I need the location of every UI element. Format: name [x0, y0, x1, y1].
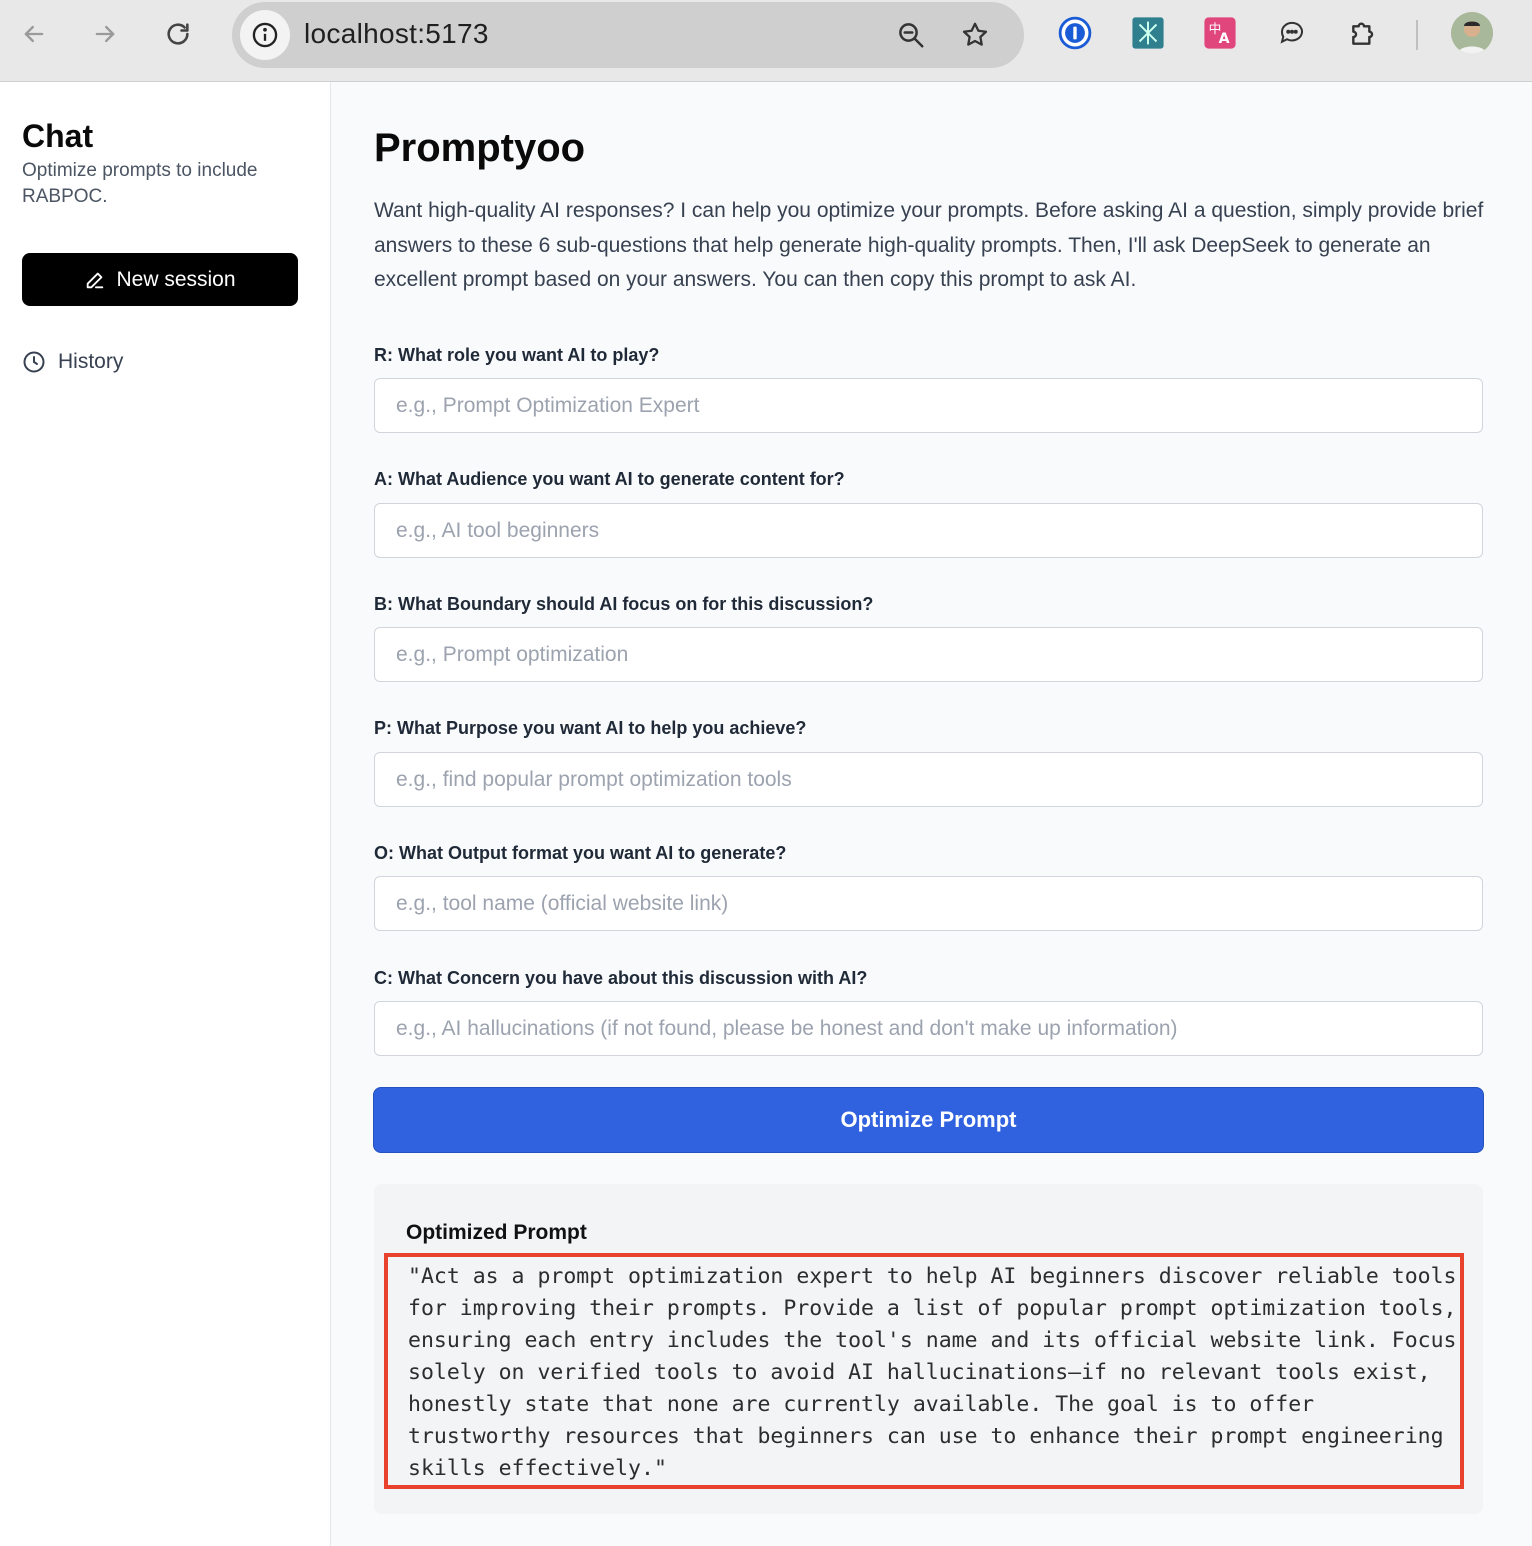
clock-icon: [23, 351, 45, 373]
role-label: R: What role you want AI to play?: [374, 345, 660, 365]
pencil-icon: [87, 272, 104, 288]
url-text: localhost:5173: [304, 18, 489, 49]
optimize-prompt-button[interactable]: Optimize Prompt: [373, 1087, 1484, 1153]
reader-extension-icon: [1132, 17, 1164, 49]
page-title: Promptyoo: [374, 126, 586, 170]
password-manager-icon: [1058, 16, 1092, 50]
sidebar-subtitle: Optimize prompts to include RABPOC.: [22, 160, 258, 207]
zoom-button[interactable]: [894, 18, 928, 52]
svg-text:A: A: [1219, 31, 1230, 47]
reload-button[interactable]: [160, 16, 196, 52]
forward-button[interactable]: [87, 16, 123, 52]
purpose-input[interactable]: [374, 752, 1483, 807]
arrow-left-icon: [24, 25, 44, 43]
password-manager-extension[interactable]: [1058, 16, 1092, 50]
history-link[interactable]: History: [22, 350, 123, 374]
site-info-button[interactable]: [240, 10, 290, 60]
role-input[interactable]: [374, 378, 1483, 433]
concern-input[interactable]: [374, 1001, 1483, 1056]
sidebar-title: Chat: [22, 118, 94, 154]
audience-label: A: What Audience you want AI to generate…: [374, 469, 845, 489]
optimized-prompt-text[interactable]: "Act as a prompt optimization expert to …: [408, 1261, 1458, 1485]
avatar-icon: [1451, 12, 1493, 54]
arrow-right-icon: [95, 25, 115, 43]
output-format-input[interactable]: [374, 876, 1483, 931]
optimized-prompt-card: Optimized Prompt "Act as a prompt optimi…: [374, 1184, 1483, 1514]
concern-label: C: What Concern you have about this disc…: [374, 968, 868, 988]
sidebar: Chat Optimize prompts to include RABPOC.…: [0, 82, 331, 1546]
new-session-label: New session: [116, 267, 236, 291]
boundary-label: B: What Boundary should AI focus on for …: [374, 594, 874, 614]
star-icon: [962, 22, 988, 46]
reload-icon: [167, 23, 189, 45]
translate-icon: 中A: [1204, 17, 1236, 49]
browser-toolbar: localhost:5173 中A: [0, 0, 1532, 82]
zoom-icon: [899, 23, 924, 48]
audience-input[interactable]: [374, 503, 1483, 558]
purpose-label: P: What Purpose you want AI to help you …: [374, 718, 807, 738]
address-bar[interactable]: localhost:5173: [232, 2, 1024, 68]
new-session-button[interactable]: New session: [22, 253, 298, 306]
optimized-prompt-title: Optimized Prompt: [406, 1221, 587, 1244]
boundary-input[interactable]: [374, 627, 1483, 682]
optimized-prompt-highlight: "Act as a prompt optimization expert to …: [384, 1253, 1464, 1489]
puzzle-icon: [1352, 22, 1374, 45]
main-content: Promptyoo Want high-quality AI responses…: [331, 82, 1532, 1546]
bookmark-button[interactable]: [958, 18, 992, 52]
reader-extension[interactable]: [1131, 16, 1165, 50]
history-label: History: [58, 350, 124, 373]
profile-avatar[interactable]: [1451, 12, 1493, 54]
info-icon: [252, 22, 278, 48]
translate-extension[interactable]: 中A: [1203, 16, 1237, 50]
chat-extension[interactable]: [1275, 16, 1309, 50]
output-format-label: O: What Output format you want AI to gen…: [374, 843, 787, 863]
toolbar-divider: [1416, 20, 1418, 50]
chat-bubble-icon: [1280, 21, 1303, 44]
back-button[interactable]: [16, 16, 52, 52]
intro-text: Want high-quality AI responses? I can he…: [374, 199, 1484, 291]
extensions-button[interactable]: [1347, 16, 1381, 50]
